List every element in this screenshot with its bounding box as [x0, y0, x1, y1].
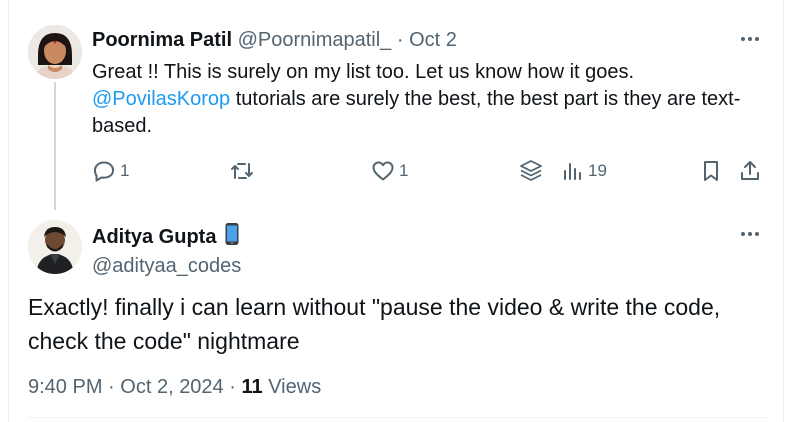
reply-header: Poornima Patil @Poornimapatil_ · Oct 2	[92, 28, 457, 52]
author-name[interactable]: Aditya Gupta	[92, 225, 216, 249]
tweet-time[interactable]: 9:40 PM	[28, 376, 102, 398]
mention-link[interactable]: @PovilasKorop	[92, 88, 230, 110]
divider	[28, 417, 768, 418]
share-icon	[738, 159, 762, 183]
grok-button[interactable]	[518, 155, 544, 187]
views-count: 19	[588, 161, 607, 180]
avatar[interactable]	[28, 220, 82, 274]
more-icon[interactable]	[738, 31, 762, 47]
tweet-date[interactable]: Oct 2, 2024	[120, 376, 223, 398]
text-before: Great !! This is surely on my list too. …	[92, 61, 635, 83]
retweet-button[interactable]	[229, 155, 259, 187]
tweet-meta: 9:40 PM · Oct 2, 2024 · 11 Views	[28, 375, 321, 399]
action-bar: 1 1 19	[0, 155, 800, 187]
separator: ·	[108, 376, 115, 398]
author-handle[interactable]: @Poornimapatil_	[238, 29, 392, 51]
bookmark-button[interactable]	[700, 155, 722, 187]
more-icon[interactable]	[738, 226, 762, 242]
stack-icon	[518, 158, 544, 184]
share-button[interactable]	[738, 155, 762, 187]
reply-tweet[interactable]: Poornima Patil @Poornimapatil_ · Oct 2 G…	[0, 0, 800, 210]
author-handle[interactable]: @adityaa_codes	[92, 254, 241, 278]
separator: ·	[396, 29, 404, 51]
reply-count: 1	[120, 161, 130, 180]
heart-icon	[371, 159, 395, 183]
tweet-date[interactable]: Oct 2	[409, 29, 457, 51]
like-count: 1	[399, 161, 409, 180]
views-count: 11	[241, 376, 263, 398]
retweet-icon	[229, 159, 255, 183]
avatar[interactable]	[28, 25, 82, 79]
separator: ·	[229, 376, 236, 398]
bookmark-icon	[700, 159, 722, 183]
reply-text: Great !! This is surely on my list too. …	[92, 59, 752, 140]
thread-line	[54, 82, 56, 210]
phone-emoji-icon	[224, 222, 240, 252]
reply-icon	[92, 159, 116, 183]
main-header: Aditya Gupta @adityaa_codes	[92, 222, 241, 278]
views-label: Views	[268, 376, 322, 398]
analytics-icon	[562, 159, 584, 183]
reply-button[interactable]: 1	[92, 155, 129, 187]
like-button[interactable]: 1	[371, 155, 408, 187]
views-button[interactable]: 19	[562, 155, 607, 187]
author-name-row: Aditya Gupta	[92, 222, 241, 252]
main-tweet-text: Exactly! finally i can learn without "pa…	[28, 294, 721, 354]
author-name[interactable]: Poornima Patil	[92, 29, 232, 51]
